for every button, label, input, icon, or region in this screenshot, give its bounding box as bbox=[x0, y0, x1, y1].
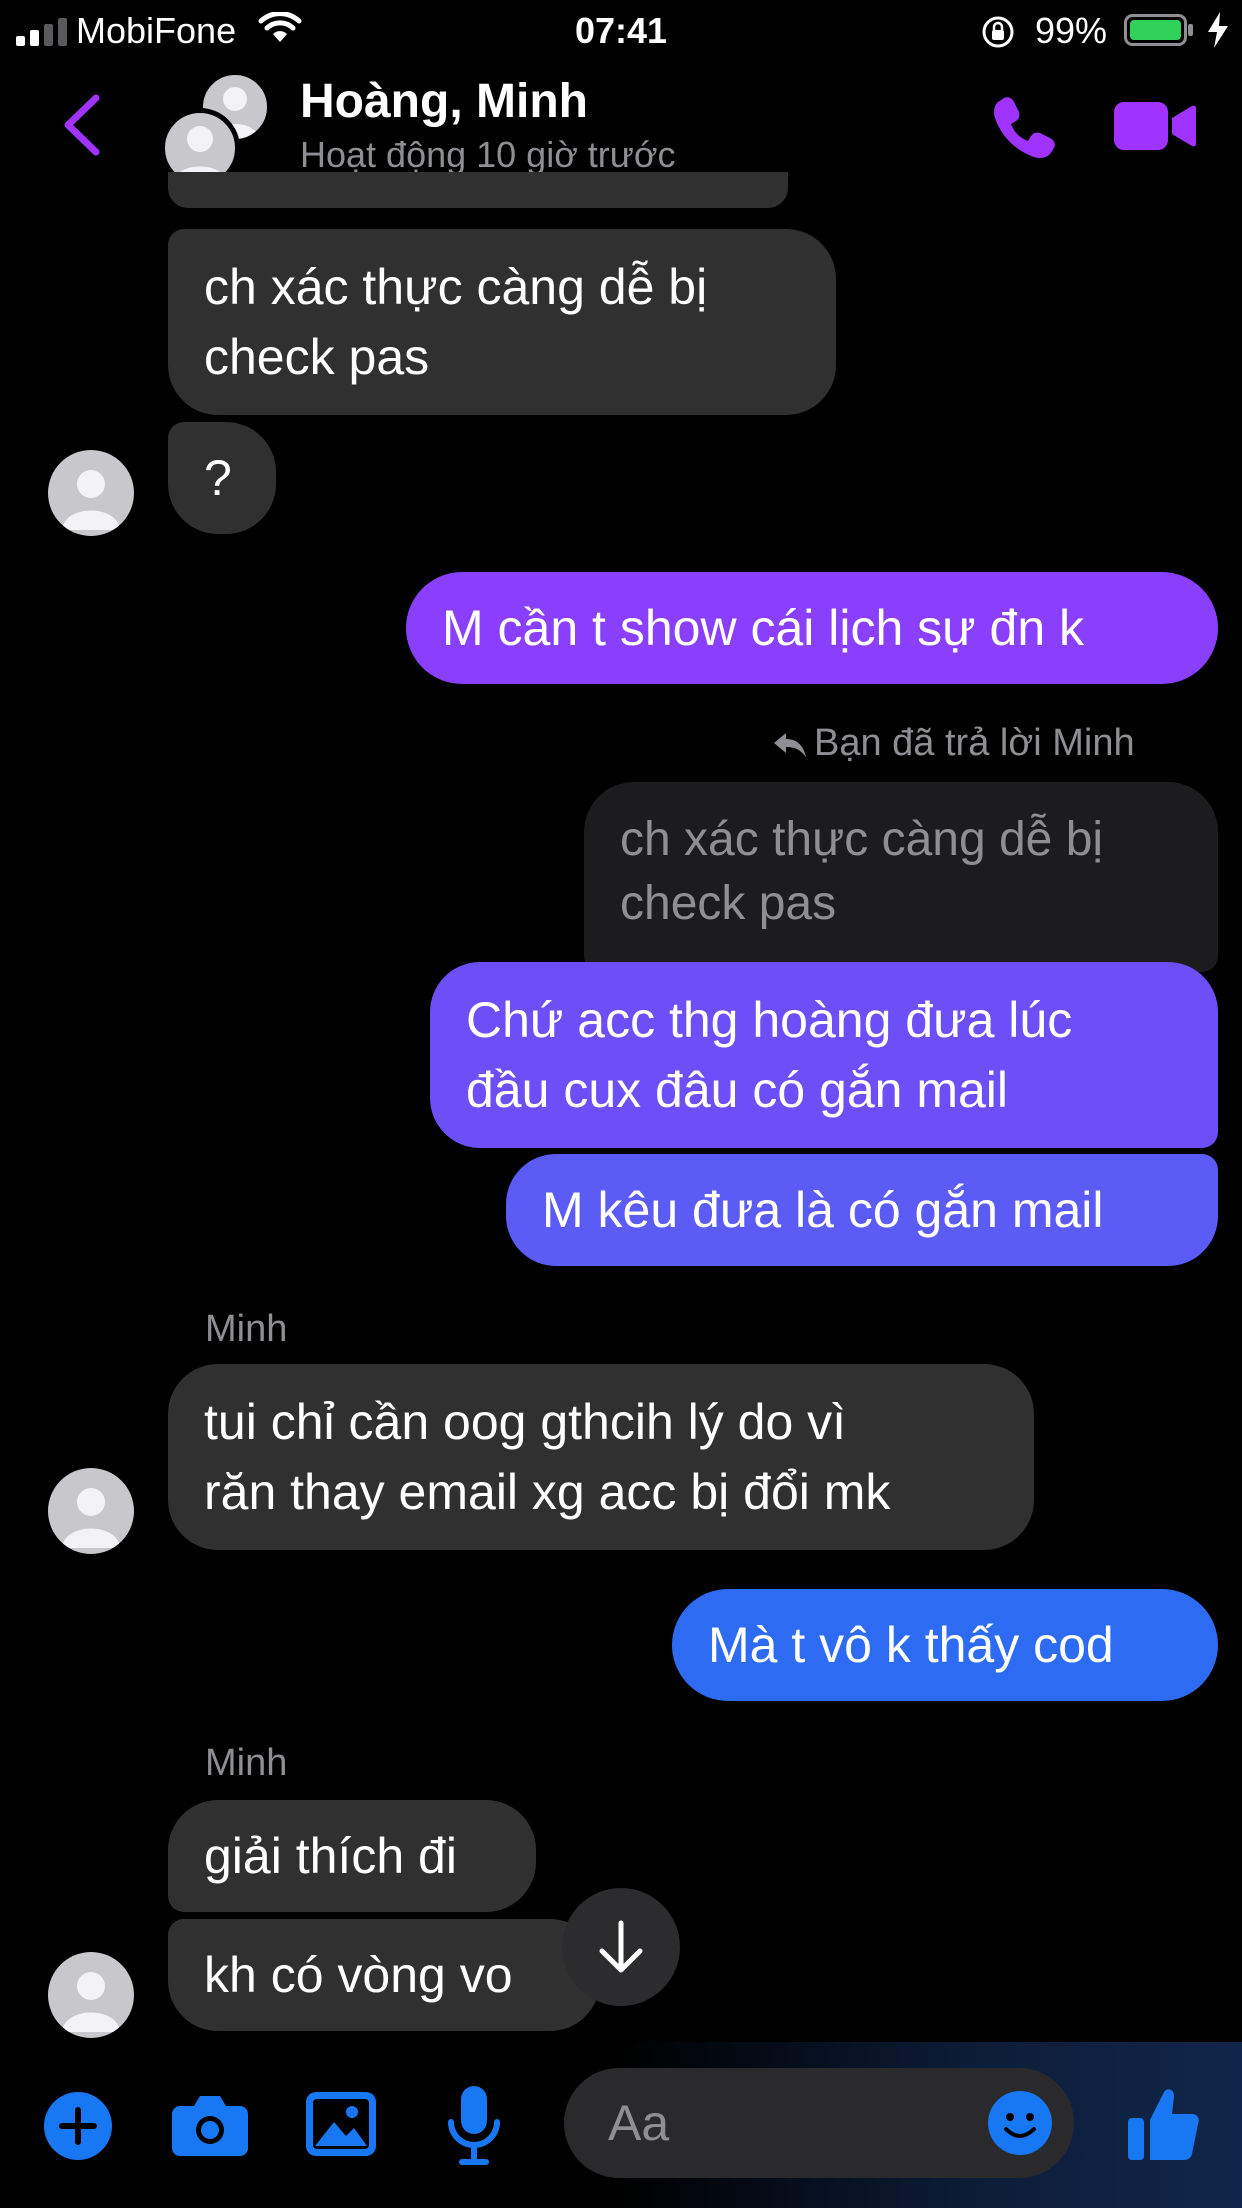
video-call-icon[interactable] bbox=[1114, 98, 1196, 154]
message-bubble-partial bbox=[168, 172, 788, 208]
thumbs-up-icon[interactable] bbox=[1128, 2086, 1200, 2162]
message-bubble-outgoing[interactable]: M kêu đưa là có gắn mail bbox=[506, 1154, 1218, 1266]
charging-icon bbox=[1208, 12, 1228, 48]
mic-icon[interactable] bbox=[446, 2086, 502, 2166]
avatar[interactable] bbox=[48, 450, 134, 536]
image-icon[interactable] bbox=[306, 2092, 376, 2156]
battery-icon bbox=[1124, 14, 1193, 46]
message-bubble-incoming[interactable]: tui chỉ cần oog gthcih lý do vì răn thay… bbox=[168, 1364, 1034, 1550]
camera-icon[interactable] bbox=[172, 2092, 248, 2156]
sender-name: Minh bbox=[205, 1308, 288, 1350]
composer-bar bbox=[0, 2042, 1242, 2208]
message-bubble-outgoing[interactable]: Mà t vô k thấy cod bbox=[672, 1589, 1218, 1701]
back-chevron-icon[interactable] bbox=[60, 92, 104, 158]
contact-name[interactable]: Hoàng, Minh bbox=[300, 74, 588, 129]
message-bubble-outgoing[interactable]: M cần t show cái lịch sự đn k bbox=[406, 572, 1218, 684]
reply-note-text: Bạn đã trả lời Minh bbox=[814, 722, 1135, 764]
arrow-down-icon bbox=[599, 1920, 643, 1973]
orientation-lock-icon bbox=[982, 16, 1014, 48]
avatar[interactable] bbox=[48, 1952, 134, 2038]
message-bubble-incoming[interactable]: ? bbox=[168, 422, 276, 534]
plus-icon[interactable] bbox=[44, 2092, 112, 2160]
battery-percentage: 99% bbox=[1035, 10, 1108, 51]
sender-name: Minh bbox=[205, 1742, 288, 1784]
message-bubble-incoming[interactable]: ch xác thực càng dễ bị check pas bbox=[168, 229, 836, 415]
emoji-icon[interactable] bbox=[988, 2091, 1052, 2155]
status-bar: MobiFone 07:41 99% bbox=[0, 0, 1242, 62]
message-input[interactable] bbox=[608, 2068, 988, 2178]
avatar[interactable] bbox=[48, 1468, 134, 1554]
message-bubble-outgoing[interactable]: Chứ acc thg hoàng đưa lúc đầu cux đâu có… bbox=[430, 962, 1218, 1148]
quoted-message[interactable]: ch xác thực càng dễ bị check pas bbox=[584, 782, 1218, 972]
reply-note: Bạn đã trả lời Minh bbox=[772, 722, 1135, 765]
phone-call-icon[interactable] bbox=[990, 92, 1060, 162]
reply-arrow-icon bbox=[774, 733, 806, 757]
scroll-to-bottom-button[interactable] bbox=[562, 1888, 680, 2006]
message-thread[interactable]: ch xác thực càng dễ bị check pas ? M cần… bbox=[0, 172, 1242, 2042]
message-input-pill[interactable] bbox=[564, 2068, 1074, 2178]
active-status: Hoạt động 10 giờ trước bbox=[300, 134, 676, 175]
message-bubble-incoming[interactable]: kh có vòng vo bbox=[168, 1919, 600, 2031]
message-bubble-incoming[interactable]: giải thích đi bbox=[168, 1800, 536, 1912]
